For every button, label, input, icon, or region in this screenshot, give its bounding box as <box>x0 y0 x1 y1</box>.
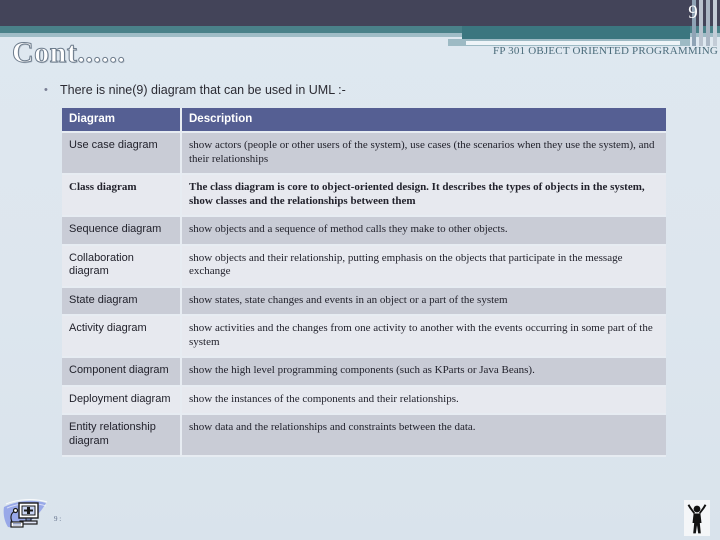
computer-clipart-icon <box>3 499 48 528</box>
table-row: Collaboration diagram show objects and th… <box>62 245 666 288</box>
header-vertical-bar-3 <box>706 0 710 46</box>
cell-diagram-description: show the high level programming componen… <box>182 358 666 387</box>
slide-footer-marker: 9 : <box>54 515 62 523</box>
header-teal-accent-band <box>462 26 690 39</box>
table-row: Component diagram show the high level pro… <box>62 358 666 387</box>
uml-diagram-table: Diagram Description Use case diagram show… <box>62 108 666 457</box>
cell-diagram-name: Use case diagram <box>62 133 182 175</box>
cheering-person-clipart-icon <box>684 500 710 536</box>
cell-diagram-name: Sequence diagram <box>62 217 182 246</box>
page-title: Cont...... <box>11 36 126 70</box>
cell-diagram-name: Entity relationship diagram <box>62 415 182 457</box>
table-row: State diagram show states, state changes … <box>62 287 666 316</box>
column-header-diagram: Diagram <box>62 108 182 133</box>
bullet-item-label: There is nine(9) diagram that can be use… <box>60 83 346 97</box>
cell-diagram-description: show data and the relationships and cons… <box>182 415 666 457</box>
table-row: Activity diagram show activities and the … <box>62 316 666 358</box>
column-header-description: Description <box>182 108 666 133</box>
page-number: 9 <box>688 2 698 23</box>
header-vertical-bar-4 <box>713 0 717 46</box>
cell-diagram-description: show states, state changes and events in… <box>182 287 666 316</box>
cell-diagram-name: State diagram <box>62 287 182 316</box>
table-row: Entity relationship diagram show data and… <box>62 415 666 457</box>
cell-diagram-name: Class diagram <box>62 175 182 217</box>
cell-diagram-description: show actors (people or other users of th… <box>182 133 666 175</box>
cell-diagram-name: Activity diagram <box>62 316 182 358</box>
course-label: FP 301 OBJECT ORIENTED PROGRAMMING <box>493 45 718 57</box>
cell-diagram-description: show activities and the changes from one… <box>182 316 666 358</box>
bullet-item: • There is nine(9) diagram that can be u… <box>44 82 346 99</box>
cell-diagram-name: Component diagram <box>62 358 182 387</box>
cell-diagram-name: Collaboration diagram <box>62 245 182 288</box>
cell-diagram-description: show objects and a sequence of method ca… <box>182 217 666 246</box>
header-navy-band <box>0 0 720 26</box>
cell-diagram-description: The class diagram is core to object-orie… <box>182 175 666 217</box>
cell-diagram-description: show the instances of the components and… <box>182 386 666 415</box>
table-row: Use case diagram show actors (people or o… <box>62 133 666 175</box>
table-row: Class diagram The class diagram is core t… <box>62 175 666 217</box>
cell-diagram-description: show objects and their relationship, put… <box>182 245 666 288</box>
slide-canvas: 9 Cont...... FP 301 OBJECT ORIENTED PROG… <box>0 0 720 540</box>
table-row: Sequence diagram show objects and a seque… <box>62 217 666 246</box>
table-header-row: Diagram Description <box>62 108 666 133</box>
cell-diagram-name: Deployment diagram <box>62 386 182 415</box>
table-row: Deployment diagram show the instances of … <box>62 386 666 415</box>
bullet-dot-icon: • <box>44 84 48 96</box>
